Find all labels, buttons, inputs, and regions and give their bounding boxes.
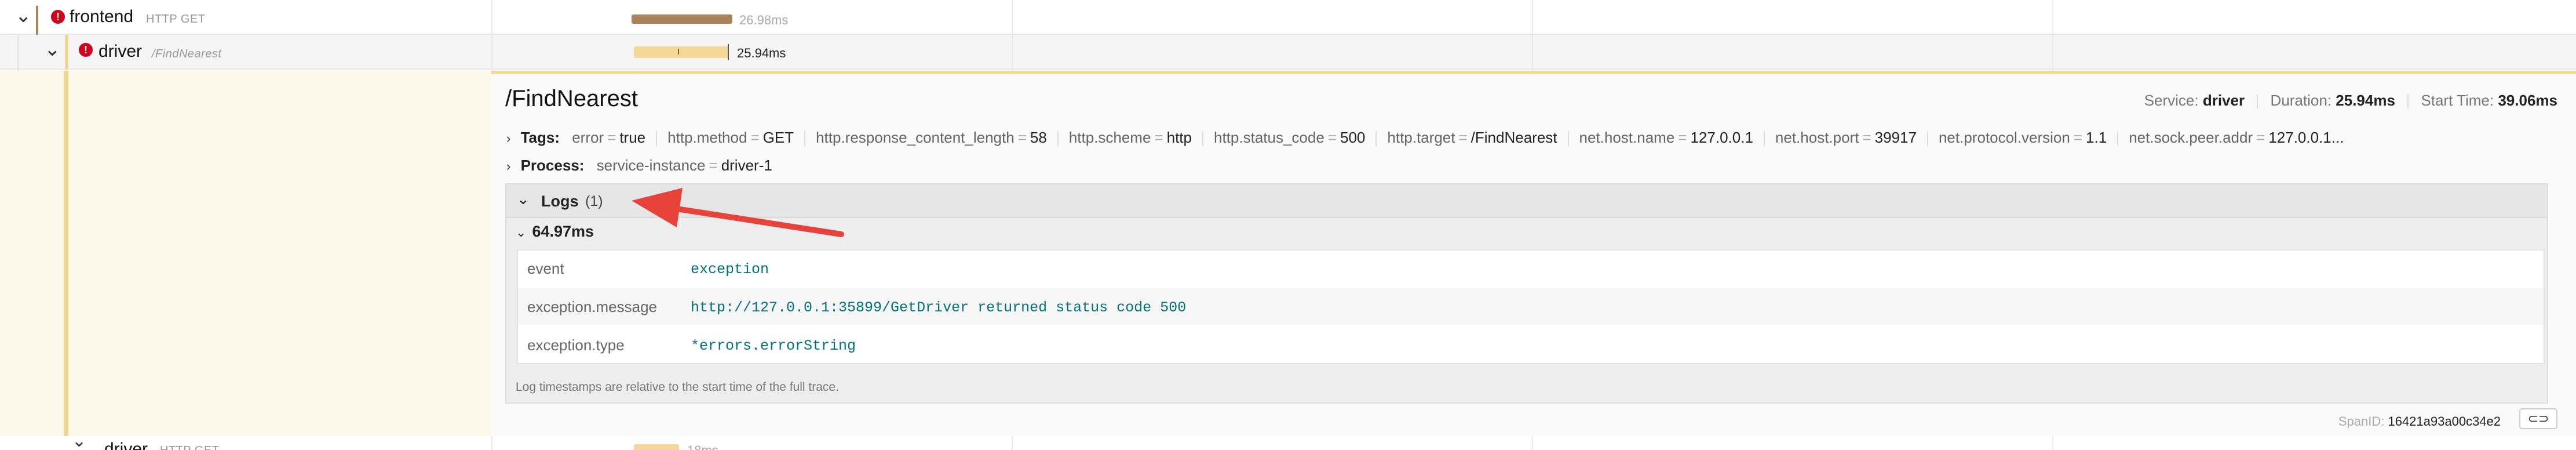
annotation-arrow bbox=[632, 188, 844, 237]
arrow-shaft bbox=[659, 204, 844, 237]
arrow-head bbox=[632, 188, 683, 227]
